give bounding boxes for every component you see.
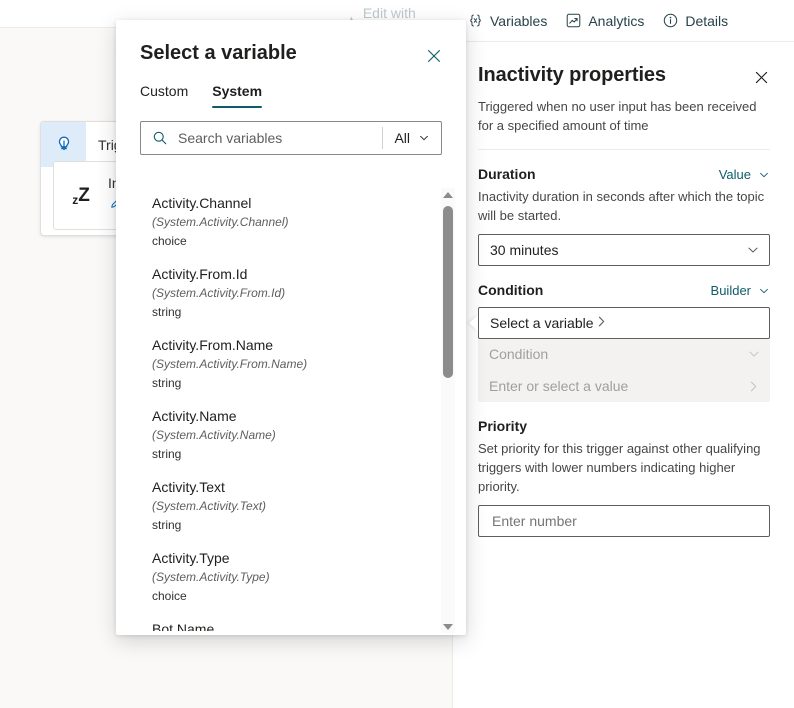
variable-path: (System.Activity.Channel): [152, 215, 289, 229]
search-filter-label: All: [394, 130, 410, 146]
properties-description: Triggered when no user input has been re…: [478, 99, 757, 133]
duration-help-text: Inactivity duration in seconds after whi…: [478, 189, 765, 223]
page-title: Inactivity properties: [478, 64, 666, 86]
condition-variable-value: Select a variable: [490, 315, 594, 331]
variable-list-item[interactable]: Activity.From.Name (System.Activity.From.…: [140, 328, 440, 399]
variable-list-item[interactable]: Activity.Channel (System.Activity.Channel…: [140, 186, 440, 257]
variable-list-item[interactable]: Activity.From.Id (System.Activity.From.Id…: [140, 257, 440, 328]
condition-label: Condition: [478, 282, 544, 298]
close-properties-button[interactable]: [748, 64, 774, 90]
variable-list[interactable]: Activity.Channel (System.Activity.Channel…: [140, 186, 466, 631]
variable-name: Bot.Name: [152, 621, 215, 631]
dialog-title: Select a variable: [140, 42, 297, 64]
duration-value: 30 minutes: [490, 242, 559, 258]
condition-value-placeholder: Enter or select a value: [489, 378, 629, 394]
condition-operator-placeholder: Condition: [489, 346, 549, 362]
condition-operator-field: Condition: [478, 338, 770, 370]
inactivity-properties-panel: Inactivity properties Triggered when no …: [454, 42, 794, 708]
dialog-header: Select a variable: [116, 20, 466, 65]
chevron-down-icon: [760, 172, 768, 177]
condition-disabled-rows: Condition Enter or select a value: [478, 338, 770, 402]
variable-list-item[interactable]: Activity.Name (System.Activity.Name) strin…: [140, 399, 440, 470]
condition-value-field: Enter or select a value: [478, 370, 770, 402]
variable-name: Activity.Name: [152, 408, 237, 424]
close-dialog-button[interactable]: [420, 42, 448, 70]
nav-item-details-label: Details: [685, 12, 729, 29]
braces-x-icon: [467, 12, 484, 29]
scrollbar-thumb[interactable]: [443, 206, 453, 378]
variable-name: Activity.From.Name: [152, 337, 274, 353]
variable-name: Activity.From.Id: [152, 266, 248, 282]
condition-variable-selector[interactable]: Select a variable: [478, 307, 770, 339]
variable-path: (System.Activity.Name): [152, 428, 276, 442]
variable-path: (System.Activity.From.Name): [152, 357, 308, 371]
search-input[interactable]: [176, 129, 383, 147]
condition-mode-label: Builder: [710, 283, 751, 298]
variable-list-item[interactable]: Activity.Type (System.Activity.Type) choic…: [140, 541, 440, 612]
variable-type: string: [152, 518, 182, 532]
nav-item-variables[interactable]: Variables: [459, 6, 555, 35]
variable-type: string: [152, 305, 182, 319]
condition-section: Condition Builder Select a variable Cond…: [454, 282, 794, 402]
variable-name: Activity.Channel: [152, 195, 252, 211]
variable-type: choice: [152, 589, 187, 603]
variable-list-item[interactable]: Activity.Text (System.Activity.Text) strin…: [140, 470, 440, 541]
priority-input[interactable]: [490, 512, 760, 530]
duration-dropdown[interactable]: 30 minutes: [478, 234, 770, 266]
condition-builder-group: Select a variable Condition Enter or sel…: [469, 307, 770, 402]
variable-type: string: [152, 447, 182, 461]
duration-mode-label: Value: [718, 167, 751, 182]
close-icon: [428, 50, 440, 62]
duration-section: Duration Value Inactivity duration in se…: [454, 166, 794, 266]
variable-name: Activity.Text: [152, 479, 225, 495]
properties-header: Inactivity properties Triggered when no …: [454, 42, 794, 150]
nav-item-details[interactable]: Details: [654, 6, 736, 35]
variable-type: string: [152, 376, 182, 390]
variable-list-item[interactable]: Bot.Name(System.Bot.Name): [140, 612, 440, 631]
tab-custom[interactable]: Custom: [140, 83, 188, 108]
duration-label: Duration: [478, 166, 536, 182]
duration-mode-toggle[interactable]: Value: [719, 167, 770, 182]
priority-section: Priority Set priority for this trigger a…: [454, 418, 794, 537]
search-filter-dropdown[interactable]: All: [383, 130, 441, 146]
priority-help-text: Set priority for this trigger against ot…: [478, 441, 761, 494]
chevron-right-icon: [594, 314, 609, 332]
search-icon: [141, 130, 176, 146]
variable-type: choice: [152, 234, 187, 248]
nav-item-variables-label: Variables: [490, 12, 548, 29]
chevron-right-icon: [746, 379, 761, 394]
variable-path: (System.Activity.From.Id): [152, 286, 286, 300]
scroll-down-arrow-icon[interactable]: [441, 620, 455, 633]
dialog-tabs: Custom System: [116, 83, 466, 108]
nav-item-analytics[interactable]: Analytics: [557, 6, 652, 35]
select-variable-dialog: Select a variable Custom System All: [116, 20, 466, 635]
properties-divider: [478, 149, 770, 150]
variable-path: (System.Activity.Text): [152, 499, 267, 513]
analytics-chart-icon: [565, 12, 582, 29]
scroll-up-arrow-icon[interactable]: [441, 188, 455, 201]
callout-pointer: [469, 315, 478, 331]
search-variables-bar: All: [140, 121, 442, 155]
variable-path: (System.Activity.Type): [152, 570, 270, 584]
condition-mode-toggle[interactable]: Builder: [711, 283, 770, 298]
info-circle-icon: [662, 12, 679, 29]
nav-item-analytics-label: Analytics: [588, 12, 645, 29]
close-icon: [755, 71, 767, 83]
priority-input-wrapper[interactable]: [478, 505, 770, 537]
chevron-down-icon: [420, 135, 428, 141]
chevron-down-icon: [747, 347, 761, 361]
tab-system[interactable]: System: [212, 83, 262, 108]
chevron-down-icon: [746, 243, 760, 257]
priority-label: Priority: [478, 418, 528, 434]
chevron-down-icon: [760, 288, 768, 293]
sleep-zz-icon: zZ: [72, 184, 90, 207]
variable-name: Activity.Type: [152, 550, 230, 566]
variable-list-scrollbar[interactable]: [441, 188, 455, 633]
top-navigation-bar: Variables Analytics Details: [453, 0, 794, 42]
